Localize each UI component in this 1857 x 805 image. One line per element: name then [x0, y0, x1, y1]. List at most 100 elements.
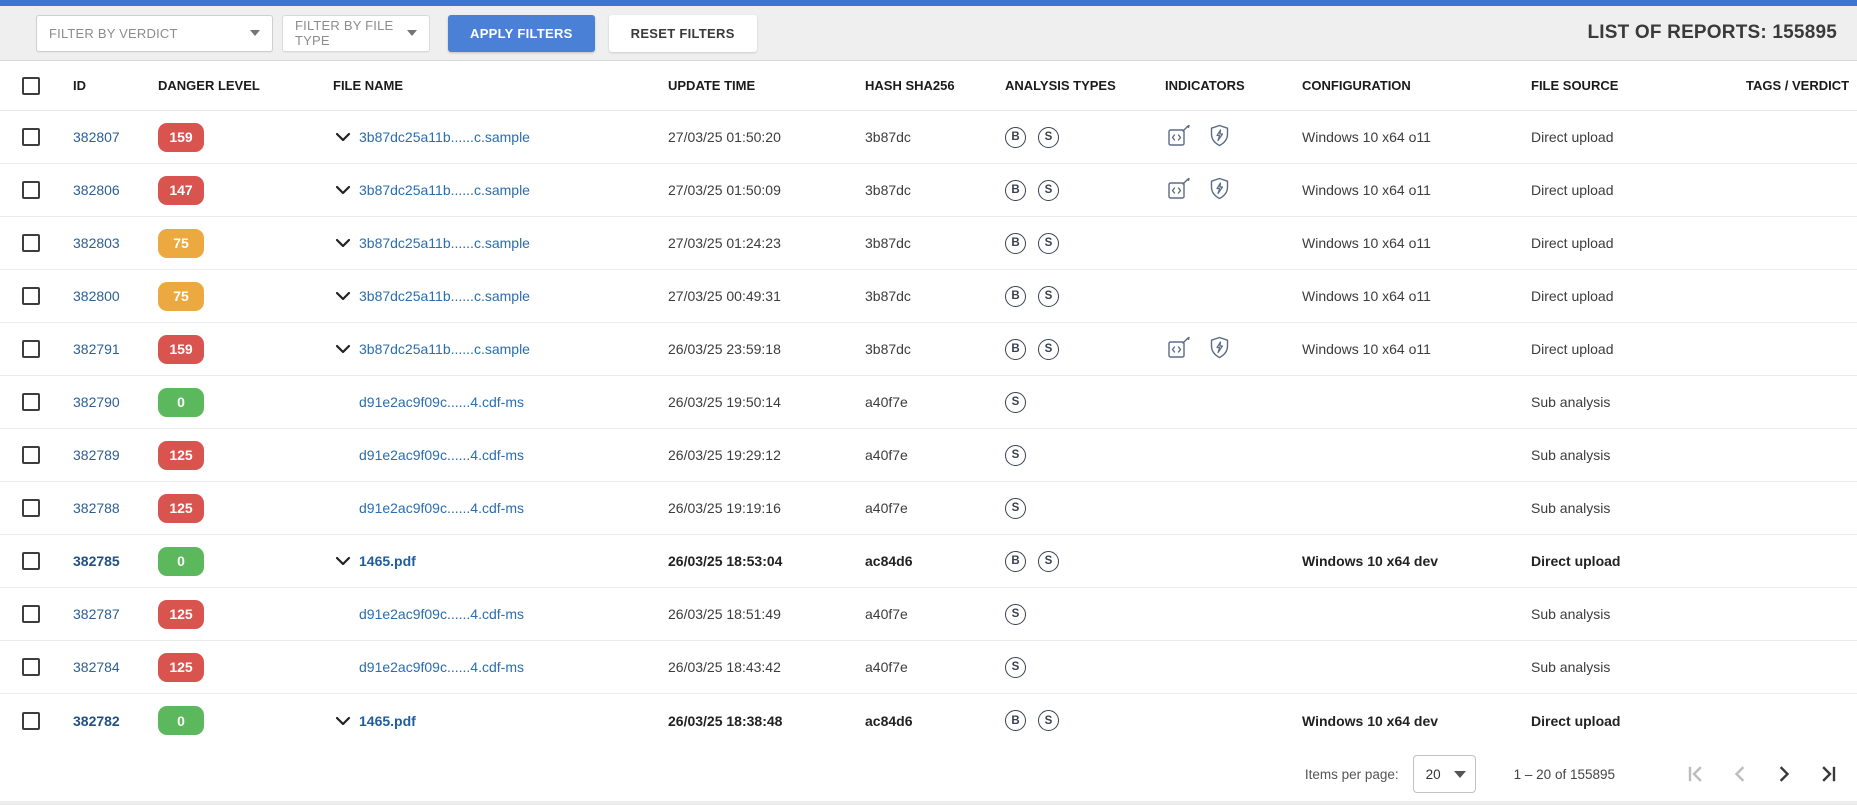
file-name-link[interactable]: d91e2ac9f09c......4.cdf-ms: [359, 394, 524, 410]
analysis-types-cell: BS: [995, 338, 1150, 360]
row-checkbox[interactable]: [22, 499, 40, 517]
danger-level-badge: 75: [158, 228, 204, 258]
chevron-down-icon[interactable]: [333, 554, 353, 568]
hash-sha256: 3b87dc: [865, 235, 911, 251]
apply-filters-button[interactable]: APPLY FILTERS: [448, 14, 595, 52]
chevron-down-icon[interactable]: [333, 342, 353, 356]
column-header-danger-level: DANGER LEVEL: [158, 78, 260, 93]
report-id-link[interactable]: 382807: [73, 129, 120, 145]
danger-level-badge: 159: [158, 334, 204, 364]
filter-by-verdict-dropdown[interactable]: FILTER BY VERDICT: [36, 14, 273, 52]
file-name-link[interactable]: d91e2ac9f09c......4.cdf-ms: [359, 500, 524, 516]
items-per-page-select[interactable]: 20: [1412, 755, 1476, 793]
file-name-link[interactable]: d91e2ac9f09c......4.cdf-ms: [359, 447, 524, 463]
file-source: Direct upload: [1531, 712, 1621, 729]
table-row: 382785 0 1465.pdf 26/03/25 18:53:04 ac84…: [0, 535, 1857, 588]
row-checkbox[interactable]: [22, 605, 40, 623]
shield-evasion-icon: [1206, 122, 1233, 152]
file-source: Sub analysis: [1531, 447, 1611, 463]
file-name-link[interactable]: 3b87dc25a11b......c.sample: [359, 235, 530, 251]
row-checkbox[interactable]: [22, 287, 40, 305]
chevron-down-icon[interactable]: [333, 130, 353, 144]
row-checkbox[interactable]: [22, 393, 40, 411]
chevron-down-icon[interactable]: [333, 183, 353, 197]
report-id-link[interactable]: 382806: [73, 182, 120, 198]
report-id-link[interactable]: 382787: [73, 606, 120, 622]
row-checkbox[interactable]: [22, 446, 40, 464]
analysis-type-b-icon: B: [1005, 710, 1026, 731]
column-header-id: ID: [73, 78, 86, 93]
filter-by-filetype-placeholder: FILTER BY FILE TYPE: [295, 18, 394, 48]
row-checkbox[interactable]: [22, 340, 40, 358]
column-header-update-time: UPDATE TIME: [668, 78, 756, 93]
column-header-analysis-types: ANALYSIS TYPES: [1005, 78, 1116, 93]
analysis-type-s-icon: S: [1038, 126, 1059, 148]
report-id-link[interactable]: 382784: [73, 659, 120, 675]
row-checkbox[interactable]: [22, 128, 40, 146]
report-id-link[interactable]: 382785: [73, 553, 120, 569]
analysis-types-cell: S: [995, 603, 1150, 625]
table-header-row: ID DANGER LEVEL FILE NAME UPDATE TIME HA…: [0, 61, 1857, 111]
analysis-types-cell: BS: [995, 710, 1150, 731]
file-name-link[interactable]: d91e2ac9f09c......4.cdf-ms: [359, 606, 524, 622]
filters-toolbar: FILTER BY VERDICT FILTER BY FILE TYPE AP…: [0, 6, 1857, 60]
report-id-link[interactable]: 382800: [73, 288, 120, 304]
row-checkbox[interactable]: [22, 711, 40, 730]
table-row: 382803 75 3b87dc25a11b......c.sample 27/…: [0, 217, 1857, 270]
report-id-link[interactable]: 382782: [73, 713, 120, 729]
row-checkbox[interactable]: [22, 658, 40, 676]
previous-page-button[interactable]: [1729, 763, 1751, 785]
report-id-link[interactable]: 382788: [73, 500, 120, 516]
chevron-down-icon: [1453, 770, 1466, 778]
column-header-configuration: CONFIGURATION: [1302, 78, 1411, 93]
report-id-link[interactable]: 382803: [73, 235, 120, 251]
chevron-down-icon[interactable]: [333, 289, 353, 303]
row-checkbox[interactable]: [22, 234, 40, 252]
reset-filters-button[interactable]: RESET FILTERS: [608, 14, 757, 52]
table-row: 382800 75 3b87dc25a11b......c.sample 27/…: [0, 270, 1857, 323]
filter-by-filetype-dropdown[interactable]: FILTER BY FILE TYPE: [282, 14, 430, 52]
file-source: Direct upload: [1531, 235, 1614, 251]
select-all-checkbox[interactable]: [22, 76, 40, 95]
hash-sha256: a40f7e: [865, 606, 908, 622]
file-name-link[interactable]: d91e2ac9f09c......4.cdf-ms: [359, 659, 524, 675]
analysis-type-s-icon: S: [1038, 338, 1059, 360]
file-name-link[interactable]: 3b87dc25a11b......c.sample: [359, 182, 530, 198]
row-checkbox[interactable]: [22, 552, 40, 570]
update-time: 26/03/25 19:50:14: [668, 394, 781, 410]
last-page-button[interactable]: [1817, 763, 1839, 785]
row-checkbox[interactable]: [22, 181, 40, 199]
pagination-bar: Items per page: 20 1 – 20 of 155895: [0, 747, 1857, 801]
indicators-cell: [1150, 175, 1295, 205]
file-name-link[interactable]: 1465.pdf: [359, 553, 416, 569]
hash-sha256: a40f7e: [865, 659, 908, 675]
indicators-cell: [1150, 122, 1295, 152]
update-time: 27/03/25 00:49:31: [668, 288, 781, 304]
chevron-down-icon[interactable]: [333, 714, 353, 728]
first-page-button[interactable]: [1685, 763, 1707, 785]
chevron-down-icon: [407, 30, 417, 36]
reports-table: ID DANGER LEVEL FILE NAME UPDATE TIME HA…: [0, 60, 1857, 747]
report-id-link[interactable]: 382790: [73, 394, 120, 410]
analysis-type-s-icon: S: [1005, 603, 1026, 625]
shield-evasion-icon: [1206, 334, 1233, 364]
file-name-link[interactable]: 3b87dc25a11b......c.sample: [359, 288, 530, 304]
file-source: Direct upload: [1531, 341, 1614, 357]
chevron-down-icon[interactable]: [333, 236, 353, 250]
danger-level-badge: 0: [158, 706, 204, 735]
table-row: 382787 125 d91e2ac9f09c......4.cdf-ms 26…: [0, 588, 1857, 641]
table-row: 382789 125 d91e2ac9f09c......4.cdf-ms 26…: [0, 429, 1857, 482]
report-id-link[interactable]: 382791: [73, 341, 120, 357]
code-injection-icon: [1165, 122, 1192, 152]
analysis-type-s-icon: S: [1005, 391, 1026, 413]
hash-sha256: ac84d6: [865, 553, 913, 569]
file-name-link[interactable]: 3b87dc25a11b......c.sample: [359, 129, 530, 145]
shield-evasion-icon: [1206, 175, 1233, 205]
next-page-button[interactable]: [1773, 763, 1795, 785]
file-name-link[interactable]: 1465.pdf: [359, 713, 416, 729]
analysis-type-s-icon: S: [1038, 710, 1059, 731]
column-header-tags-verdict: TAGS / VERDICT: [1746, 78, 1850, 93]
analysis-type-s-icon: S: [1005, 497, 1026, 519]
file-name-link[interactable]: 3b87dc25a11b......c.sample: [359, 341, 530, 357]
report-id-link[interactable]: 382789: [73, 447, 120, 463]
